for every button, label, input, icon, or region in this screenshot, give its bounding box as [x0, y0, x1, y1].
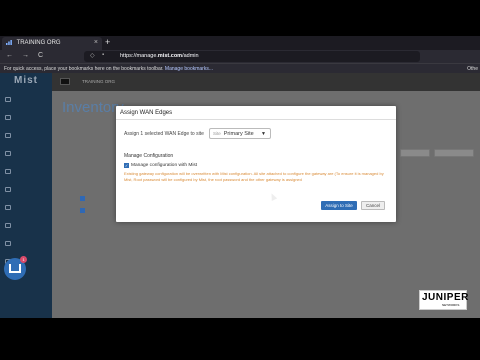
manage-configuration-label: Manage configuration with Mist	[131, 163, 198, 168]
other-bookmarks[interactable]: Othe	[467, 66, 478, 72]
cancel-button[interactable]: Cancel	[361, 201, 385, 210]
tab-bar: TRAINING ORG × +	[0, 36, 480, 50]
page-title: Inventory	[62, 99, 124, 116]
app-header: TRAINING ORG	[52, 73, 480, 91]
org-name: TRAINING ORG	[82, 79, 116, 84]
warning-text: Existing gateway configuration will be o…	[124, 171, 384, 182]
assign-text: Assign 1 selected WAN Edge to site	[124, 131, 204, 137]
bar-chart-icon	[6, 40, 12, 45]
manage-configuration-checkbox[interactable]: ✓	[124, 163, 129, 168]
juniper-logo-text: JUNIPER	[422, 292, 469, 303]
nav-icon	[5, 133, 11, 138]
juniper-watermark: JUNIPER NETWORKS	[419, 290, 469, 310]
assign-wan-edges-dialog: Assign WAN Edges Assign 1 selected WAN E…	[116, 106, 396, 222]
bookmarks-hint: For quick access, place your bookmarks h…	[4, 66, 164, 72]
assign-to-site-button[interactable]: Assign to Site	[321, 201, 357, 210]
sidebar-item-1[interactable]	[4, 95, 50, 105]
url-prefix: https://manage.	[120, 53, 158, 59]
toolbar-button[interactable]	[434, 149, 474, 157]
manage-configuration-heading: Manage Configuration	[124, 153, 174, 159]
dialog-title: Assign WAN Edges	[116, 106, 396, 120]
sidebar-item-8[interactable]	[4, 221, 50, 231]
sidebar-item-5[interactable]	[4, 167, 50, 177]
forward-icon[interactable]: →	[22, 52, 29, 59]
select-all-checkbox[interactable]	[80, 196, 85, 201]
close-tab-icon[interactable]: ×	[94, 39, 98, 46]
site-select-label: Site	[213, 131, 221, 136]
lock-icon: ▪	[102, 52, 105, 58]
tab-title: TRAINING ORG	[16, 40, 61, 47]
bookmarks-bar: For quick access, place your bookmarks h…	[0, 63, 480, 73]
sidebar-item-2[interactable]	[4, 113, 50, 123]
sidebar-item-7[interactable]	[4, 203, 50, 213]
url-domain: mist.com	[157, 53, 183, 59]
brand-logo: Mist	[14, 75, 38, 86]
site-select[interactable]: Site Primary Site ▼	[209, 128, 271, 139]
org-logo	[60, 78, 70, 85]
sidebar-item-3[interactable]	[4, 131, 50, 141]
sidebar-item-6[interactable]	[4, 185, 50, 195]
sidebar-item-9[interactable]	[4, 239, 50, 249]
back-icon[interactable]: ←	[6, 52, 13, 59]
nav-icon	[5, 205, 11, 210]
sidebar: Mist	[0, 73, 52, 318]
new-tab-button[interactable]: +	[105, 37, 110, 47]
address-bar[interactable]: ◇ ▪ https://manage.mist.com/admin	[84, 51, 420, 62]
site-select-value: Primary Site	[223, 131, 254, 137]
toolbar-button[interactable]	[400, 149, 430, 157]
nav-icon	[5, 97, 11, 102]
url-path: /admin	[182, 53, 199, 59]
nav-icon	[5, 187, 11, 192]
nav-icon	[5, 169, 11, 174]
row-checkbox[interactable]	[80, 208, 85, 213]
nav-icon	[5, 115, 11, 120]
juniper-logo-subtext: NETWORKS	[442, 303, 460, 307]
help-button[interactable]: 1	[4, 256, 27, 280]
sidebar-item-4[interactable]	[4, 149, 50, 159]
browser-tab[interactable]: TRAINING ORG ×	[2, 37, 102, 50]
reload-icon[interactable]: C	[38, 52, 43, 59]
shield-icon: ◇	[90, 53, 95, 59]
book-icon	[9, 264, 21, 273]
chevron-down-icon: ▼	[261, 131, 266, 137]
notification-badge: 1	[20, 256, 27, 263]
nav-icon	[5, 241, 11, 246]
nav-icon	[5, 223, 11, 228]
navigation-bar: ← → C ◇ ▪ https://manage.mist.com/admin	[0, 50, 480, 63]
nav-icon	[5, 151, 11, 156]
manage-bookmarks-link[interactable]: Manage bookmarks...	[165, 66, 213, 72]
